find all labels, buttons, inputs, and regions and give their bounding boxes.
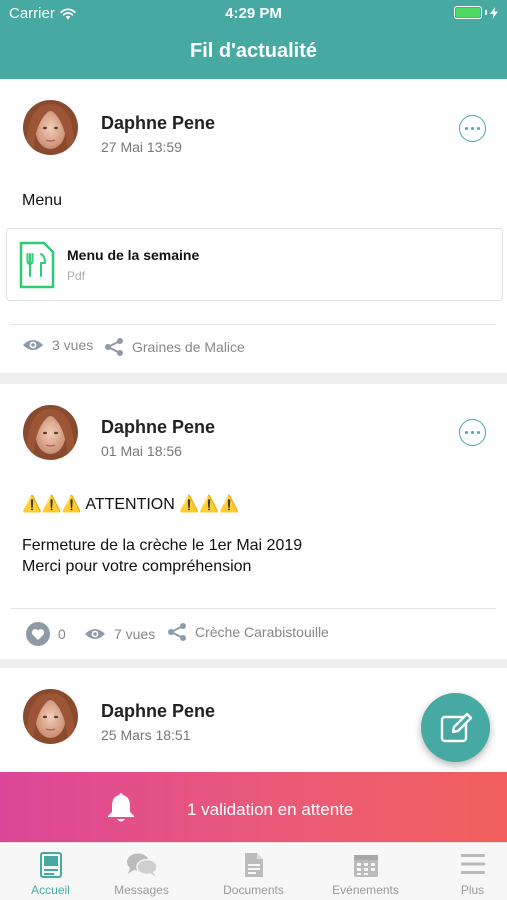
menu-icon (460, 854, 485, 874)
new-post-button[interactable] (421, 693, 490, 762)
group-name: Crèche Carabistouille (195, 624, 329, 640)
views-indicator: 7 vues (84, 626, 155, 642)
tab-bar: Accueil Messages Documents Evénements Pl… (0, 842, 507, 900)
bell-icon (108, 793, 134, 822)
heart-icon (26, 622, 50, 646)
views-count: 7 vues (114, 626, 156, 642)
post-date: 27 Mai 13:59 (101, 139, 182, 155)
restaurant-document-icon (19, 241, 55, 289)
views-indicator: 3 vues (22, 337, 93, 353)
post-text-line: Merci pour votre compréhension (22, 558, 252, 575)
post-date: 25 Mars 18:51 (101, 727, 191, 743)
post-author: Daphne Pene (101, 417, 216, 437)
share-icon (105, 338, 123, 356)
attachment-card[interactable]: Menu de la semaine Pdf (6, 228, 503, 301)
tab-label: Messages (114, 883, 169, 897)
post-text: Menu (22, 192, 63, 209)
views-count: 3 vues (52, 337, 94, 353)
post-author: Daphne Pene (101, 701, 216, 721)
tab-accueil[interactable]: Accueil (0, 843, 101, 900)
like-button[interactable]: 0 (26, 622, 66, 646)
attachment-title: Menu de la semaine (67, 247, 200, 263)
eye-icon (23, 340, 43, 350)
avatar[interactable] (23, 689, 78, 744)
feed-post: Daphne Pene 27 Mai 13:59 Menu Menu de la… (0, 79, 507, 373)
battery-icon (454, 6, 498, 19)
group-name: Graines de Malice (132, 339, 245, 355)
tab-label: Documents (223, 883, 284, 897)
status-time: 4:29 PM (225, 5, 282, 22)
more-options-button[interactable] (459, 419, 486, 446)
tab-label: Plus (460, 883, 485, 897)
document-icon (244, 853, 263, 877)
attachment-type: Pdf (67, 269, 86, 283)
more-options-button[interactable] (459, 115, 486, 142)
divider (11, 608, 496, 609)
edit-icon (440, 712, 472, 742)
chat-bubbles-icon (126, 853, 158, 877)
tab-label: Evénements (332, 883, 399, 897)
share-icon (168, 623, 186, 641)
charging-icon (490, 6, 498, 19)
divider (11, 324, 496, 325)
post-text-headline: ⚠️⚠️⚠️ ATTENTION ⚠️⚠️⚠️ (22, 496, 240, 513)
avatar[interactable] (23, 405, 78, 460)
group-indicator: Crèche Carabistouille (167, 622, 329, 642)
likes-count: 0 (58, 626, 66, 642)
post-author: Daphne Pene (101, 113, 216, 133)
tab-evenements[interactable]: Evénements (315, 843, 416, 900)
home-feed-icon (39, 852, 62, 878)
pending-validation-banner[interactable]: 1 validation en attente (0, 772, 507, 842)
feed-post: Daphne Pene 01 Mai 18:56 ⚠️⚠️⚠️ ATTENTIO… (0, 384, 507, 659)
tab-plus[interactable]: Plus (422, 843, 507, 900)
post-date: 01 Mai 18:56 (101, 443, 182, 459)
eye-icon (85, 629, 105, 639)
post-text-line: Fermeture de la crèche le 1er Mai 2019 (22, 537, 303, 554)
tab-messages[interactable]: Messages (91, 843, 192, 900)
tab-documents[interactable]: Documents (203, 843, 304, 900)
app-header: Carrier 4:29 PM Fil d'actualité (0, 0, 507, 79)
pending-validation-text: 1 validation en attente (187, 800, 354, 819)
status-bar: Carrier 4:29 PM (0, 0, 507, 28)
calendar-icon (353, 855, 378, 877)
avatar[interactable] (23, 100, 78, 155)
page-title: Fil d'actualité (189, 40, 317, 62)
group-indicator: Graines de Malice (104, 337, 245, 357)
tab-label: Accueil (31, 883, 70, 897)
